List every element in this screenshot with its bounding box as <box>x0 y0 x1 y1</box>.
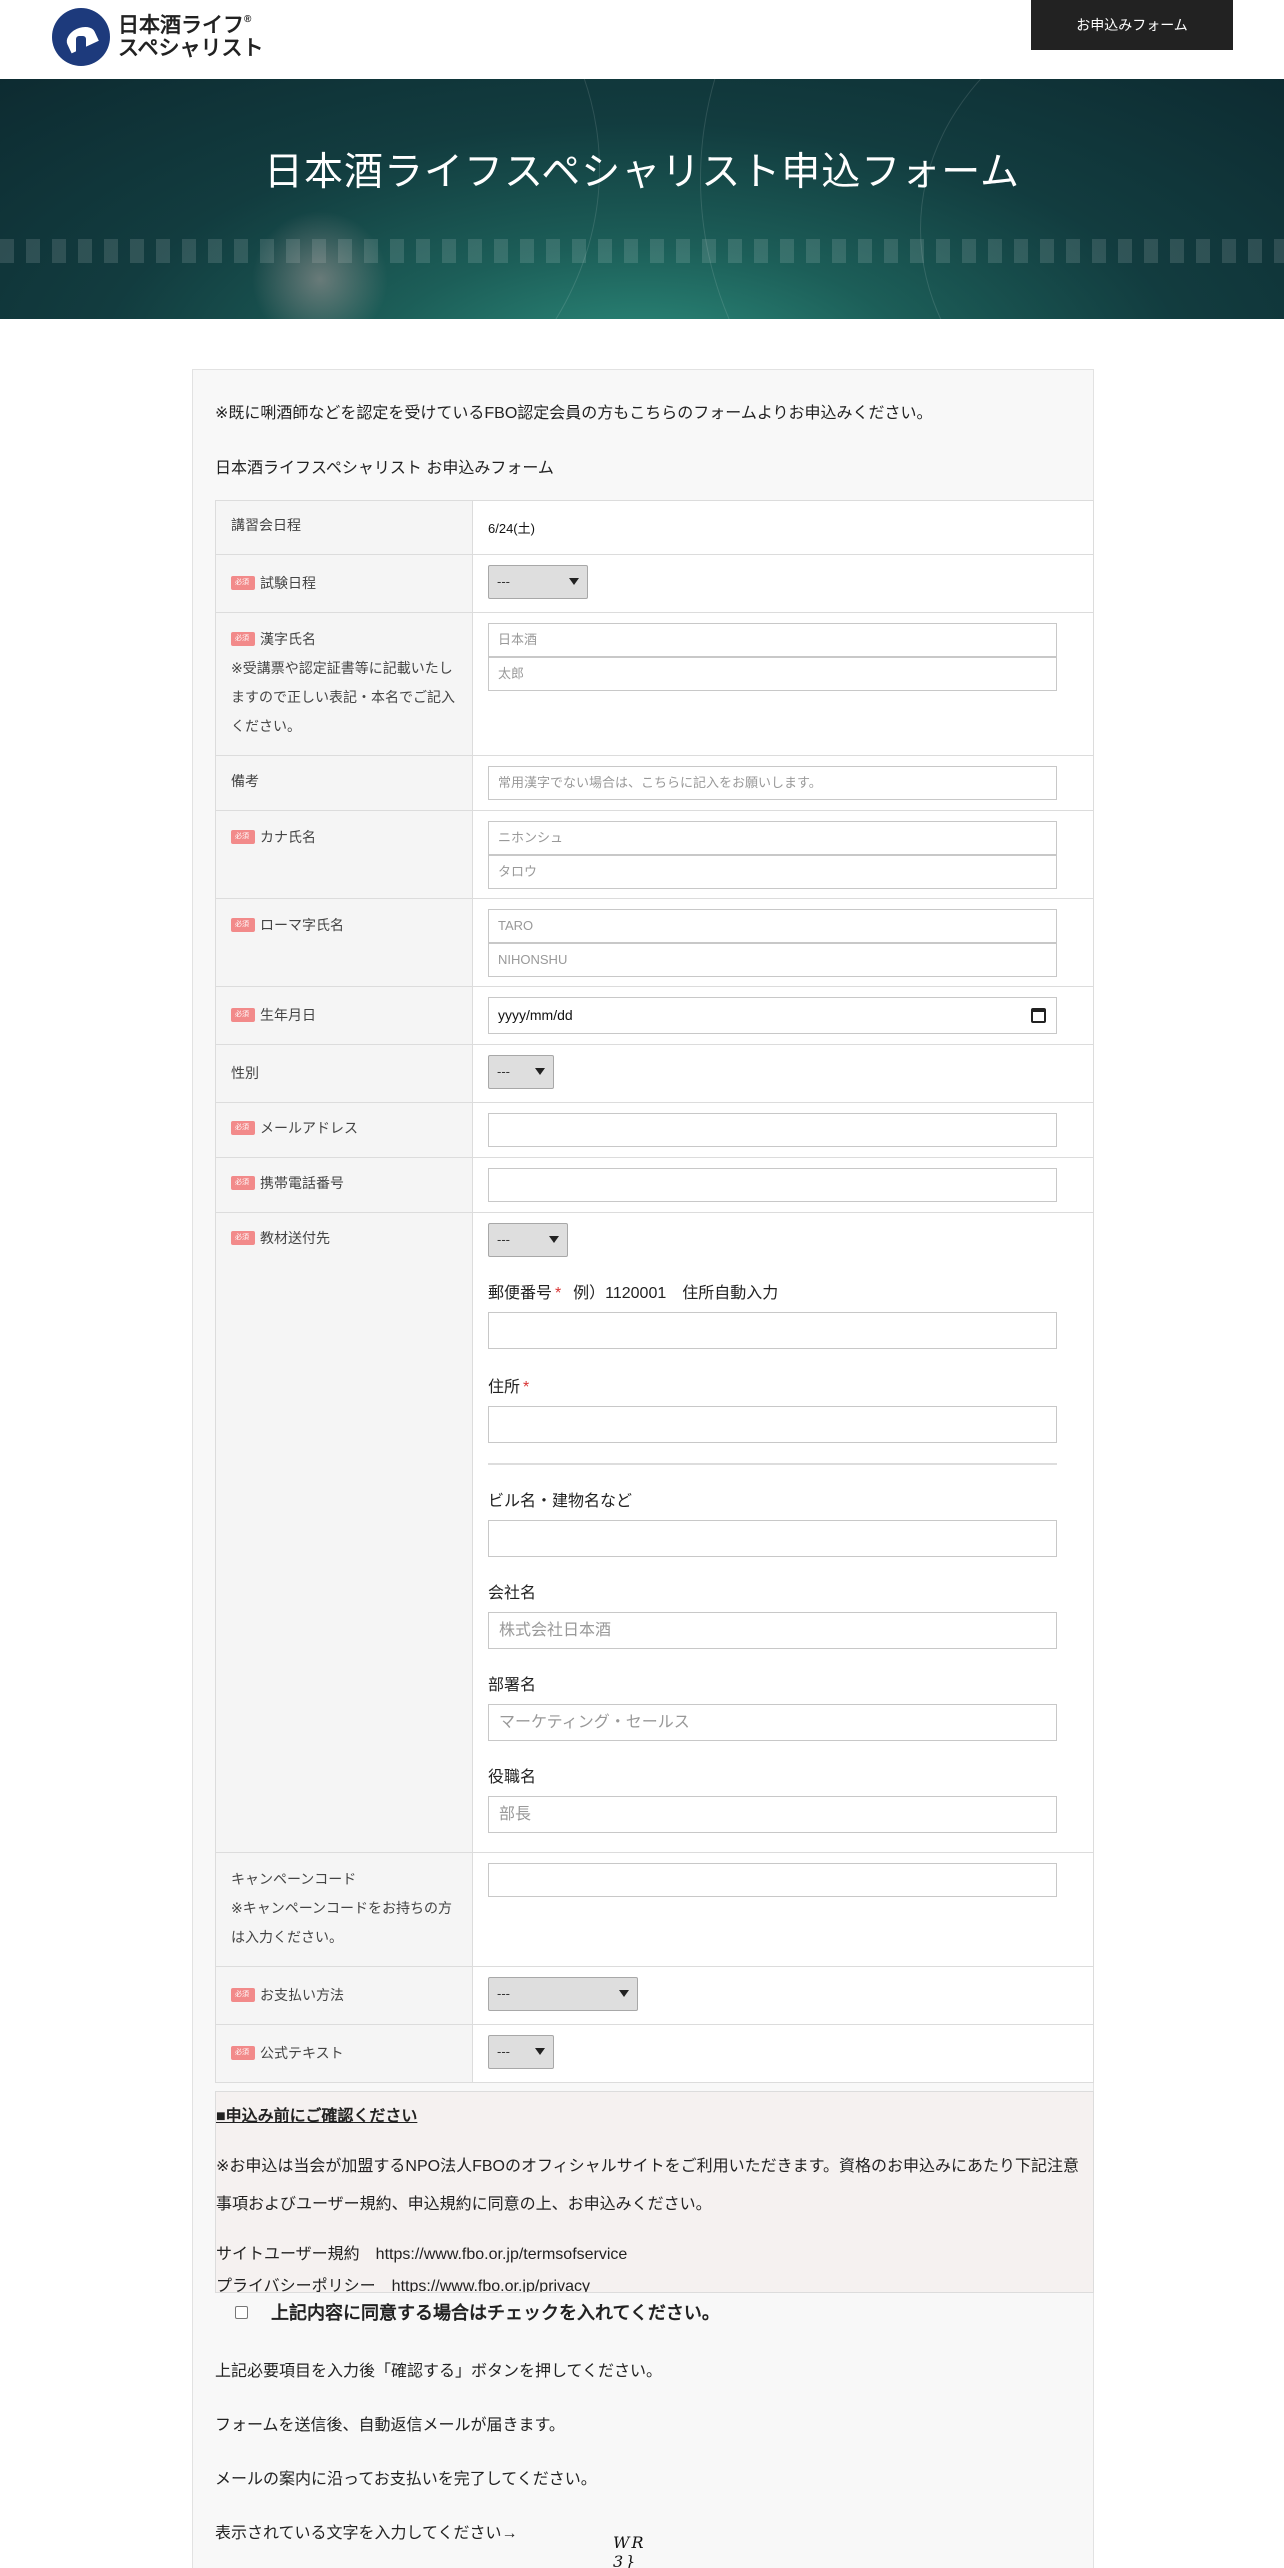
form-panel: ※既に唎酒師などを認定を受けているFBO認定会員の方もこちらのフォームよりお申込… <box>192 369 1094 2568</box>
birthdate-input[interactable]: yyyy/mm/dd <box>488 997 1057 1034</box>
address-divider <box>488 1463 1057 1465</box>
birthdate-label: 生年月日 <box>260 1007 316 1023</box>
course-date-label: 講習会日程 <box>231 517 301 533</box>
chevron-down-icon <box>535 1068 545 1075</box>
phone-label: 携帯電話番号 <box>260 1175 344 1191</box>
calendar-icon[interactable] <box>1031 1008 1046 1023</box>
remarks-label: 備考 <box>231 773 259 789</box>
agree-label: 上記内容に同意する場合はチェックを入れてください。 <box>271 2303 720 2323</box>
postal-code-input[interactable] <box>488 1312 1057 1349</box>
phone-input[interactable] <box>488 1168 1057 1202</box>
note-payment: メールの案内に沿ってお支払いを完了してください。 <box>215 2471 597 2488</box>
kana-first-name-input[interactable]: タロウ <box>488 855 1057 889</box>
campaign-code-label: キャンペーンコード <box>231 1871 357 1887</box>
remarks-input[interactable]: 常用漢字でない場合は、こちらに記入をお願いします。 <box>488 766 1057 800</box>
exam-date-label: 試験日程 <box>260 575 316 591</box>
required-badge <box>231 576 255 591</box>
payment-label: お支払い方法 <box>260 1987 344 2003</box>
department-label: 部署名 <box>488 1677 537 1694</box>
required-badge <box>231 2046 255 2061</box>
postal-code-label: 郵便番号 <box>488 1285 553 1302</box>
privacy-link[interactable]: プライバシーポリシー https://www.fbo.or.jp/privacy <box>216 2268 1093 2292</box>
logo-line1: 日本酒ライフ <box>118 13 244 37</box>
required-badge <box>231 918 255 933</box>
shipping-label: 教材送付先 <box>260 1230 330 1246</box>
page-title: 日本酒ライフスペシャリスト申込フォーム <box>263 151 1021 194</box>
address-input[interactable] <box>488 1406 1057 1443</box>
kanji-name-label: 漢字氏名 <box>260 631 316 647</box>
exam-date-select[interactable]: --- <box>488 565 588 599</box>
department-input[interactable]: マーケティング・セールス <box>488 1704 1057 1741</box>
required-badge <box>231 1121 255 1136</box>
apply-form-button[interactable]: お申込みフォーム <box>1031 0 1233 50</box>
kana-last-name-input[interactable]: ニホンシュ <box>488 821 1057 855</box>
required-badge <box>231 1988 255 2003</box>
logo-line2: スペシャリスト <box>118 37 264 60</box>
required-badge <box>231 1176 255 1191</box>
payment-select[interactable]: --- <box>488 1977 638 2011</box>
campaign-code-input[interactable] <box>488 1863 1057 1897</box>
kanji-first-name-input[interactable]: 太郎 <box>488 657 1057 691</box>
building-input[interactable] <box>488 1520 1057 1557</box>
campaign-code-note: ※キャンペーンコードをお持ちの方は入力ください。 <box>231 1900 453 1945</box>
application-form-table: 講習会日程 6/24(土) 試験日程 --- 漢字氏名 ※受講票や認定証書等に記載… <box>215 500 1094 2083</box>
gender-select[interactable]: --- <box>488 1055 554 1089</box>
email-label: メールアドレス <box>260 1120 358 1136</box>
kanji-name-note: ※受講票や認定証書等に記載いたしますので正しい表記・本名でご記入ください。 <box>231 660 455 734</box>
site-header: 日本酒ライフ® スペシャリスト お申込みフォーム <box>0 0 1284 79</box>
textbook-select[interactable]: --- <box>488 2035 554 2069</box>
gender-label: 性別 <box>231 1065 259 1081</box>
note-captcha-prompt: 表示されている文字を入力してください→ <box>215 2525 518 2542</box>
note-confirm-button: 上記必要項目を入力後「確認する」ボタンを押してください。 <box>215 2363 663 2380</box>
note-auto-reply: フォームを送信後、自動返信メールが届きます。 <box>215 2417 565 2434</box>
confirmation-title: ■申込み前にご確認ください <box>216 2108 418 2125</box>
kana-name-label: カナ氏名 <box>260 829 316 845</box>
confirmation-body: ※お申込は当会が加盟するNPO法人FBOのオフィシャルサイトをご利用いただきます… <box>216 2158 1080 2213</box>
hero-banner: 日本酒ライフスペシャリスト申込フォーム <box>0 79 1284 319</box>
company-input[interactable]: 株式会社日本酒 <box>488 1612 1057 1649</box>
textbook-label: 公式テキスト <box>260 2045 344 2061</box>
required-star: * <box>555 1285 562 1302</box>
logo-registered-mark: ® <box>244 13 252 25</box>
building-label: ビル名・建物名など <box>488 1493 633 1510</box>
course-date-value: 6/24(土) <box>488 521 535 536</box>
agree-checkbox[interactable] <box>235 2305 248 2319</box>
chevron-down-icon <box>549 1236 559 1243</box>
chevron-down-icon <box>535 2048 545 2055</box>
agree-row: 上記内容に同意する場合はチェックを入れてください。 <box>235 2299 720 2325</box>
required-badge <box>231 632 255 647</box>
roman-name-label: ローマ字氏名 <box>260 917 344 933</box>
address-label: 住所 <box>488 1379 521 1396</box>
form-heading: 日本酒ライフスペシャリスト お申込みフォーム <box>215 460 554 477</box>
company-label: 会社名 <box>488 1585 537 1602</box>
roman-last-name-input[interactable]: NIHONSHU <box>488 943 1057 977</box>
logo-emblem-icon <box>52 8 110 66</box>
postal-code-hint: 例）1120001 住所自動入力 <box>573 1285 779 1302</box>
position-label: 役職名 <box>488 1769 537 1786</box>
required-badge <box>231 1008 255 1023</box>
intro-text: ※既に唎酒師などを認定を受けているFBO認定会員の方もこちらのフォームよりお申込… <box>215 405 933 422</box>
confirmation-box: ■申込み前にご確認ください ※お申込は当会が加盟するNPO法人FBOのオフィシャ… <box>215 2091 1094 2293</box>
chevron-down-icon <box>569 578 579 585</box>
required-badge <box>231 1231 255 1246</box>
position-input[interactable]: 部長 <box>488 1796 1057 1833</box>
kanji-last-name-input[interactable]: 日本酒 <box>488 623 1057 657</box>
email-input[interactable] <box>488 1113 1057 1147</box>
site-logo[interactable]: 日本酒ライフ® スペシャリスト <box>52 8 264 66</box>
required-star: * <box>523 1379 530 1396</box>
chevron-down-icon <box>619 1990 629 1997</box>
captcha-image: WR 3} <box>613 2533 646 2568</box>
roman-first-name-input[interactable]: TARO <box>488 909 1057 943</box>
shipping-select[interactable]: --- <box>488 1223 568 1257</box>
required-badge <box>231 830 255 845</box>
